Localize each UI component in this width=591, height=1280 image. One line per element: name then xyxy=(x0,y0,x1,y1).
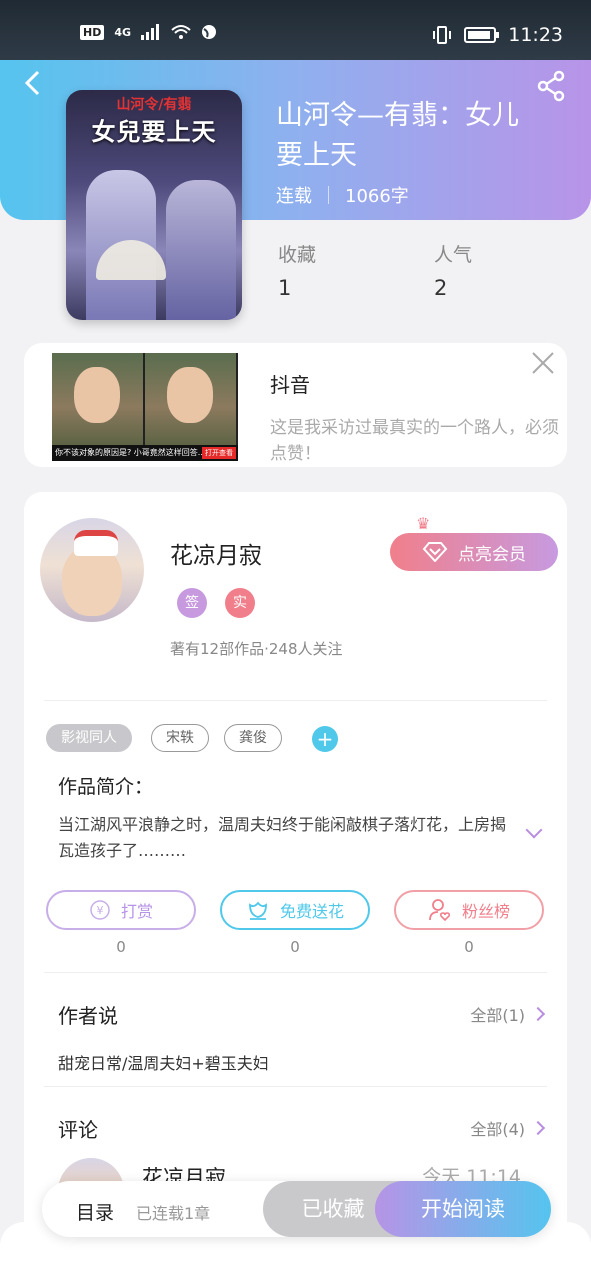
fan-ranking-button[interactable]: 粉丝榜 xyxy=(394,890,544,930)
globe-icon xyxy=(202,25,217,39)
meta-divider xyxy=(328,186,329,204)
comments-more-link[interactable]: 全部(4) xyxy=(470,1116,546,1140)
wifi-icon xyxy=(171,25,191,39)
start-reading-button[interactable]: 开始阅读 xyxy=(375,1181,551,1237)
fan-ranking-label: 粉丝榜 xyxy=(461,902,510,921)
tag-song-yi[interactable]: 宋轶 xyxy=(151,724,209,752)
author-say-more-label: 全部(1) xyxy=(470,1006,525,1025)
author-say-more-link[interactable]: 全部(1) xyxy=(470,1002,546,1026)
book-meta: 连载 1066字 xyxy=(276,182,409,208)
author-stats: 著有12部作品·248人关注 xyxy=(170,640,343,658)
divider xyxy=(44,972,547,973)
author-avatar[interactable] xyxy=(40,518,144,622)
flower-icon xyxy=(249,901,267,920)
chapter-count: 已连载1章 xyxy=(136,1204,211,1223)
fan-count: 0 xyxy=(464,938,474,956)
tag-film-fanfic[interactable]: 影视同人 xyxy=(46,724,132,752)
status-bar: HD 4G 11:23 xyxy=(0,0,591,60)
svg-text:¥: ¥ xyxy=(96,904,103,917)
ad-title: 抖音 xyxy=(270,373,310,397)
cover-title: 女兒要上天 xyxy=(91,117,217,146)
status-time: 11:23 xyxy=(508,24,563,46)
expand-chevron-icon[interactable] xyxy=(525,821,543,839)
intro-text: 当江湖风平浪静之时，温周夫妇终于能闲敲棋子落灯花，上房揭瓦造孩子了……… xyxy=(58,815,507,860)
cover-figure-right xyxy=(166,180,236,320)
fox-mask xyxy=(74,530,118,556)
share-icon xyxy=(537,70,565,102)
popularity-label: 人气 xyxy=(434,244,473,266)
hd-badge: HD xyxy=(80,24,105,40)
back-arrow-icon xyxy=(24,70,40,96)
divider xyxy=(44,1086,547,1087)
close-icon xyxy=(532,352,554,374)
comments-title: 评论 xyxy=(58,1118,98,1142)
send-flower-label: 免费送花 xyxy=(279,902,344,921)
yen-coin-icon: ¥ xyxy=(90,900,110,920)
status-left: HD 4G xyxy=(80,24,217,40)
ad-description: 这是我采访过最真实的一个路人，必须点赞！ xyxy=(270,418,559,464)
add-tag-button[interactable]: + xyxy=(312,726,338,752)
book-word-count: 1066字 xyxy=(345,186,409,207)
book-cover[interactable]: 山河令/有翡 女兒要上天 xyxy=(66,90,242,320)
status-right: 11:23 xyxy=(432,24,563,46)
author-say-title: 作者说 xyxy=(58,1004,118,1028)
vip-button[interactable]: 点亮会员 xyxy=(390,533,558,571)
author-card: 花凉月寂 ♛ 点亮会员 签 实 著有12部作品·248人关注 影视同人 宋轶 龚… xyxy=(24,492,567,1272)
book-title: 山河令—有翡：女儿要上天 xyxy=(276,100,519,171)
toc-button[interactable]: 目录 xyxy=(76,1198,114,1225)
network-label: 4G xyxy=(114,25,132,39)
ad-close-button[interactable] xyxy=(531,349,555,382)
favorites-value: 1 xyxy=(278,276,292,300)
divider xyxy=(44,700,547,701)
share-button[interactable] xyxy=(535,70,569,104)
signed-badge: 签 xyxy=(177,588,207,618)
ad-open-label: 打开查看 xyxy=(202,447,236,459)
chevron-right-icon xyxy=(530,1120,546,1136)
tip-label: 打赏 xyxy=(120,902,153,921)
ad-image: 你不该对象的原因是? 小哥竟然这样回答... 打开查看 xyxy=(52,353,238,461)
chevron-right-icon xyxy=(530,1006,546,1022)
user-heart-icon xyxy=(429,899,451,922)
flower-count: 0 xyxy=(290,938,300,956)
favorites-label: 收藏 xyxy=(278,244,317,266)
crown-icon: ♛ xyxy=(416,514,431,533)
diamond-icon xyxy=(422,542,448,562)
ad-card[interactable]: 你不该对象的原因是? 小哥竟然这样回答... 打开查看 抖音 这是我采访过最真实… xyxy=(24,343,567,467)
author-say-text: 甜宠日常/温周夫妇+碧玉夫妇 xyxy=(58,1054,269,1073)
vip-label: 点亮会员 xyxy=(458,544,526,565)
tip-count: 0 xyxy=(116,938,126,956)
tip-button[interactable]: ¥ 打赏 xyxy=(46,890,196,930)
tag-gong-jun[interactable]: 龚俊 xyxy=(224,724,282,752)
intro-title: 作品简介： xyxy=(58,776,154,798)
book-status: 连载 xyxy=(276,186,312,207)
popularity-value: 2 xyxy=(434,276,448,300)
vibrate-icon xyxy=(433,26,452,44)
author-name[interactable]: 花凉月寂 xyxy=(170,536,262,570)
cover-subtitle: 山河令/有翡 xyxy=(116,97,192,113)
verified-badge: 实 xyxy=(225,588,255,618)
send-flower-button[interactable]: 免费送花 xyxy=(220,890,370,930)
battery-icon xyxy=(464,27,500,43)
back-button[interactable] xyxy=(18,68,52,102)
comments-more-label: 全部(4) xyxy=(470,1120,525,1139)
bottom-action-bar: 目录 已连载1章 已收藏 开始阅读 xyxy=(42,1181,551,1237)
signal-icon xyxy=(141,24,160,40)
